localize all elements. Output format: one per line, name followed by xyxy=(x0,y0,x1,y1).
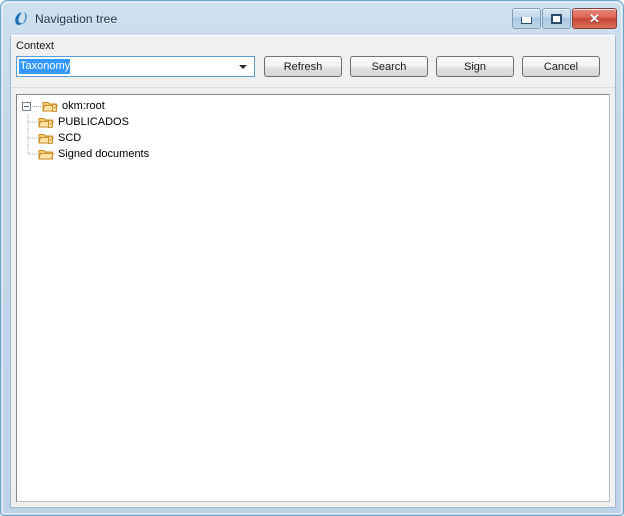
navigation-tree-dialog: Navigation tree ✕ Context Taxonomy Refre… xyxy=(0,0,624,516)
collapse-toggle-icon[interactable] xyxy=(22,101,31,111)
maximize-button[interactable] xyxy=(542,8,571,29)
window-controls: ✕ xyxy=(512,8,617,29)
openkm-logo-icon xyxy=(15,12,27,25)
tree-connector xyxy=(32,105,41,107)
window-frame: Navigation tree ✕ Context Taxonomy Refre… xyxy=(0,0,624,516)
tree-row[interactable]: PUBLICADOS xyxy=(17,114,609,130)
chevron-down-icon[interactable] xyxy=(234,57,252,76)
minimize-icon xyxy=(521,17,532,24)
tree: okm:root PUBLICADOS SCD Signed documents xyxy=(17,98,609,162)
title-bar[interactable]: Navigation tree ✕ xyxy=(3,3,623,35)
tree-row[interactable]: Signed documents xyxy=(17,146,609,162)
context-combobox[interactable]: Taxonomy xyxy=(16,56,255,77)
minimize-button[interactable] xyxy=(512,8,541,29)
folder-locked-icon xyxy=(38,118,54,128)
tree-row[interactable]: okm:root xyxy=(17,98,609,114)
maximize-icon xyxy=(551,13,562,24)
tree-node-label: okm:root xyxy=(62,100,105,112)
tree-node-label: Signed documents xyxy=(58,148,150,160)
cancel-button[interactable]: Cancel xyxy=(522,56,600,77)
tree-panel[interactable]: okm:root PUBLICADOS SCD Signed documents xyxy=(16,94,610,502)
context-label: Context xyxy=(16,40,54,52)
close-button[interactable]: ✕ xyxy=(572,8,617,29)
tree-connector xyxy=(27,146,37,155)
search-button[interactable]: Search xyxy=(350,56,428,77)
tree-connector xyxy=(27,130,37,146)
sign-button[interactable]: Sign xyxy=(436,56,514,77)
tree-connector xyxy=(27,114,37,130)
context-combobox-value: Taxonomy xyxy=(19,59,71,74)
tree-row[interactable]: SCD xyxy=(17,130,609,146)
refresh-button[interactable]: Refresh xyxy=(264,56,342,77)
tree-node-label: SCD xyxy=(58,132,82,144)
toolbar: Context Taxonomy Refresh Search Sign Can… xyxy=(11,36,615,88)
window-title: Navigation tree xyxy=(35,12,118,26)
tree-node-label: PUBLICADOS xyxy=(58,116,129,128)
client-area: Context Taxonomy Refresh Search Sign Can… xyxy=(10,35,616,508)
folder-locked-icon xyxy=(42,102,58,112)
close-icon: ✕ xyxy=(589,11,600,26)
folder-open-icon xyxy=(38,150,54,160)
folder-locked-icon xyxy=(38,134,54,144)
